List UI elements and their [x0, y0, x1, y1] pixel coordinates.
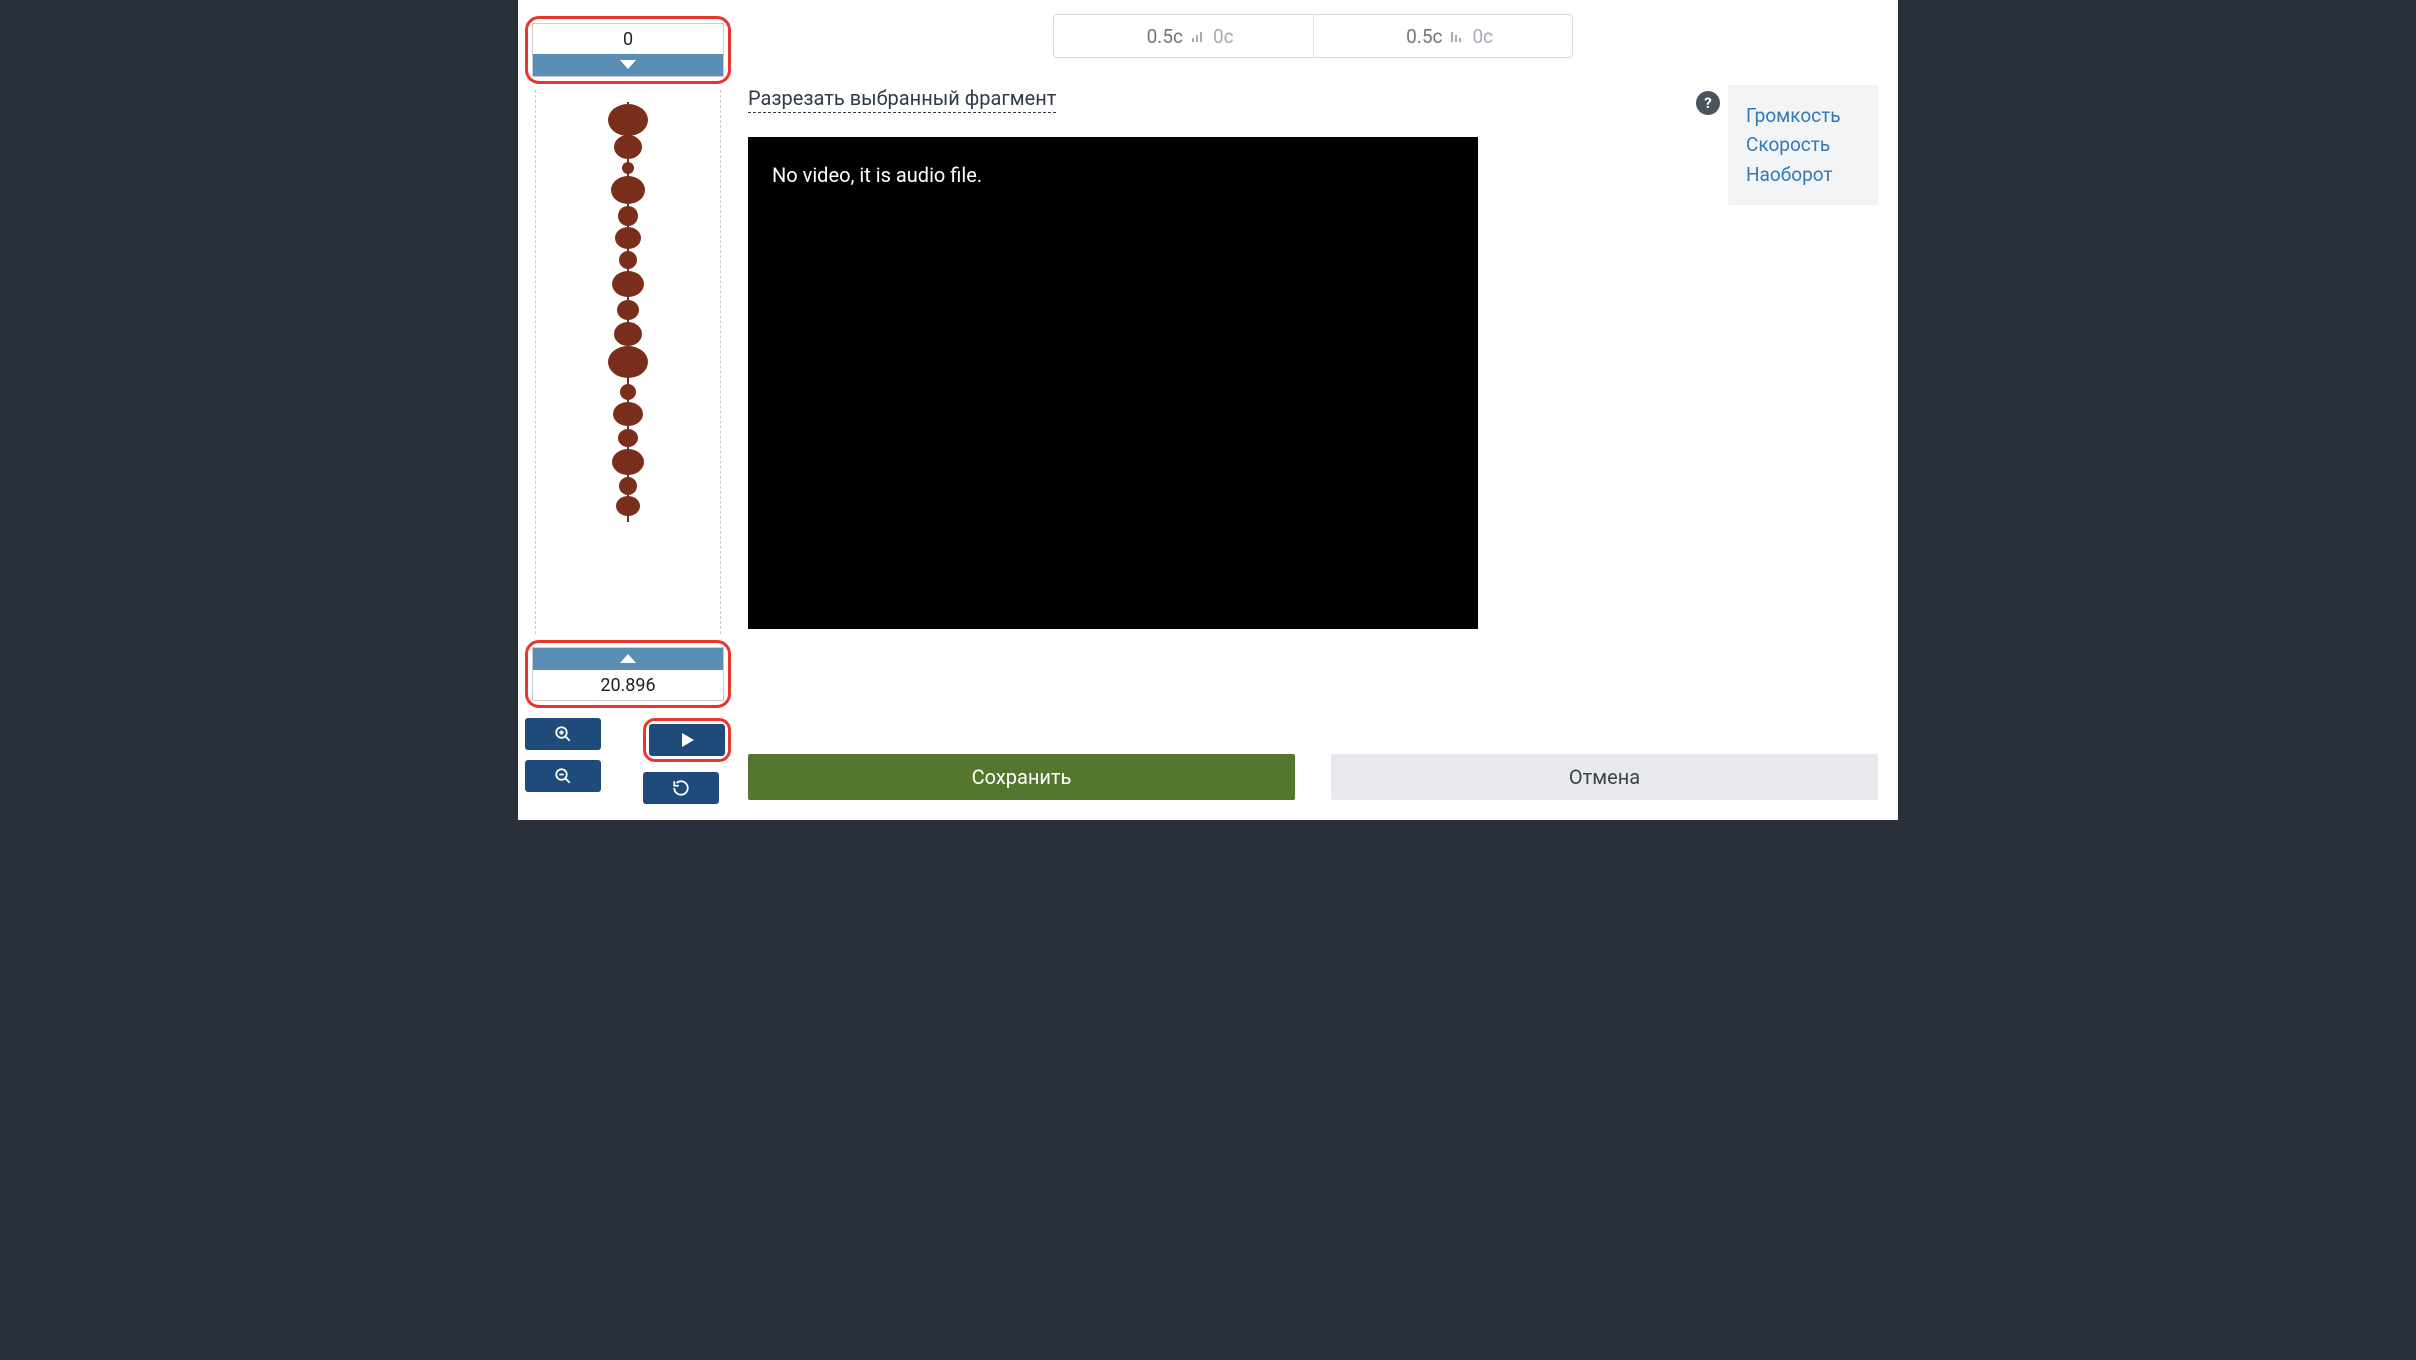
fade-in-icon [1191, 29, 1205, 43]
fade-in-suffix: 0с [1213, 25, 1234, 48]
start-marker-highlight [525, 16, 731, 84]
waveform-area[interactable] [535, 90, 721, 634]
start-marker-handle[interactable] [533, 54, 723, 76]
fade-in-cell[interactable]: 0с [1054, 15, 1313, 57]
fade-out-cell[interactable]: 0с [1313, 15, 1573, 57]
fade-out-suffix: 0с [1472, 25, 1493, 48]
help-button[interactable]: ? [1696, 91, 1720, 115]
volume-link[interactable]: Громкость [1746, 101, 1860, 130]
reverse-link[interactable]: Наоборот [1746, 160, 1860, 189]
zoom-play-controls [525, 718, 731, 804]
zoom-in-icon [554, 725, 572, 743]
audio-editor: 0с 0с Разрезать выбранный фрагмент No vi… [518, 0, 1898, 820]
fade-out-icon [1450, 29, 1464, 43]
right-column: 0с 0с Разрезать выбранный фрагмент No vi… [738, 0, 1898, 820]
zoom-out-button[interactable] [525, 760, 601, 792]
side-links: Громкость Скорость Наоборот [1728, 85, 1878, 205]
end-marker-highlight [525, 640, 731, 708]
fade-out-input[interactable] [1392, 25, 1442, 48]
left-column [518, 0, 738, 820]
reset-button[interactable] [643, 772, 719, 804]
play-button-highlight [643, 718, 731, 762]
reload-icon [672, 779, 690, 797]
side-panel: ? Громкость Скорость Наоборот [1696, 85, 1878, 205]
save-button[interactable]: Сохранить [748, 754, 1295, 800]
end-marker-handle[interactable] [533, 648, 723, 670]
fade-inputs: 0с 0с [1053, 14, 1573, 58]
zoom-out-icon [554, 767, 572, 785]
end-time-input[interactable] [533, 670, 723, 700]
video-message: No video, it is audio file. [772, 163, 982, 187]
chevron-down-icon [620, 60, 636, 70]
fade-in-input[interactable] [1133, 25, 1183, 48]
chevron-up-icon [620, 654, 636, 664]
cancel-button[interactable]: Отмена [1331, 754, 1878, 800]
start-time-input[interactable] [533, 24, 723, 54]
zoom-in-button[interactable] [525, 718, 601, 750]
middle-row: No video, it is audio file. ? Громкость … [748, 137, 1878, 629]
cut-fragment-link[interactable]: Разрезать выбранный фрагмент [748, 84, 1056, 113]
video-preview: No video, it is audio file. [748, 137, 1478, 629]
play-icon [679, 732, 695, 748]
waveform-icon [598, 102, 658, 522]
bottom-buttons: Сохранить Отмена [748, 754, 1878, 800]
play-button[interactable] [649, 724, 725, 756]
speed-link[interactable]: Скорость [1746, 130, 1860, 159]
